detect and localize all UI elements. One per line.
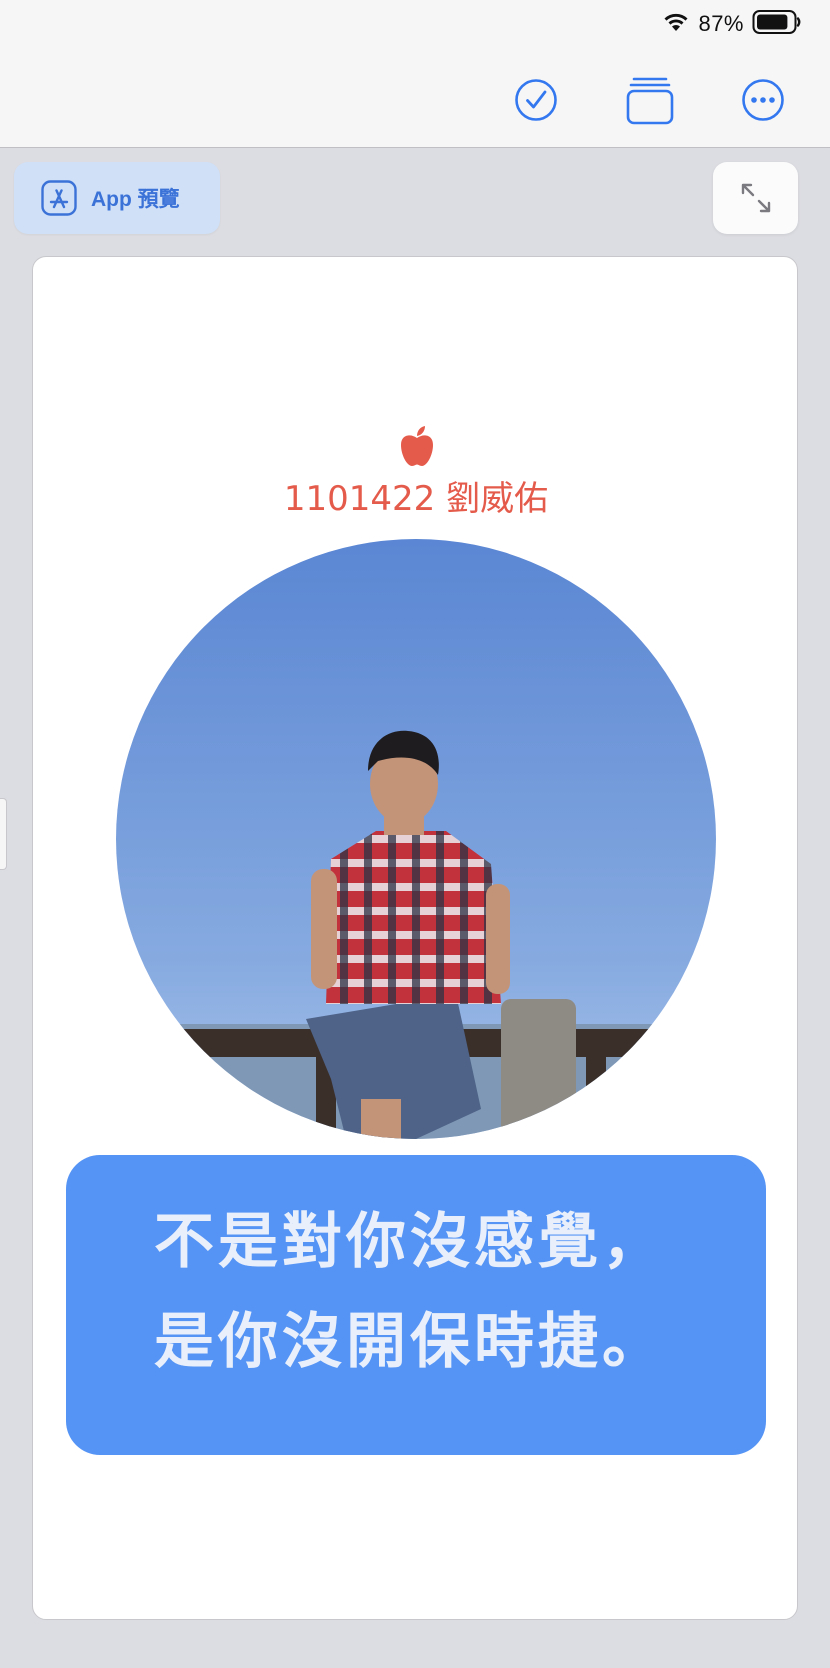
expand-arrows-icon — [741, 183, 770, 213]
wifi-icon — [662, 11, 690, 37]
battery-percent: 87% — [698, 11, 744, 36]
preview-card: 1101422 劉威佑 不是對你沒感覺， 是你沒開保時捷。 — [32, 256, 798, 1620]
quote-line-1: 不是對你沒感覺， — [154, 1207, 666, 1277]
done-button[interactable] — [508, 72, 564, 128]
ellipsis-circle-icon — [742, 79, 784, 121]
status-bar: 87% — [662, 10, 802, 38]
quote-line-2: 是你沒開保時捷。 — [154, 1307, 666, 1377]
stack-icon — [626, 77, 674, 125]
gallery-button[interactable] — [622, 72, 678, 128]
apple-logo — [401, 426, 433, 466]
app-preview-label: App 預覽 — [91, 188, 180, 211]
expand-button[interactable] — [713, 162, 798, 234]
app-preview-button[interactable]: App 預覽 — [14, 162, 220, 234]
more-button[interactable] — [735, 72, 791, 128]
profile-photo — [116, 539, 716, 1139]
app-store-icon — [41, 180, 77, 216]
top-bar: 87% — [0, 0, 830, 148]
quote-box: 不是對你沒感覺， 是你沒開保時捷。 — [66, 1155, 766, 1455]
battery-icon — [752, 9, 802, 39]
student-name: 1101422 劉威佑 — [283, 479, 549, 519]
checkmark-circle-icon — [515, 79, 557, 121]
sidebar-drag-handle[interactable] — [0, 798, 7, 870]
